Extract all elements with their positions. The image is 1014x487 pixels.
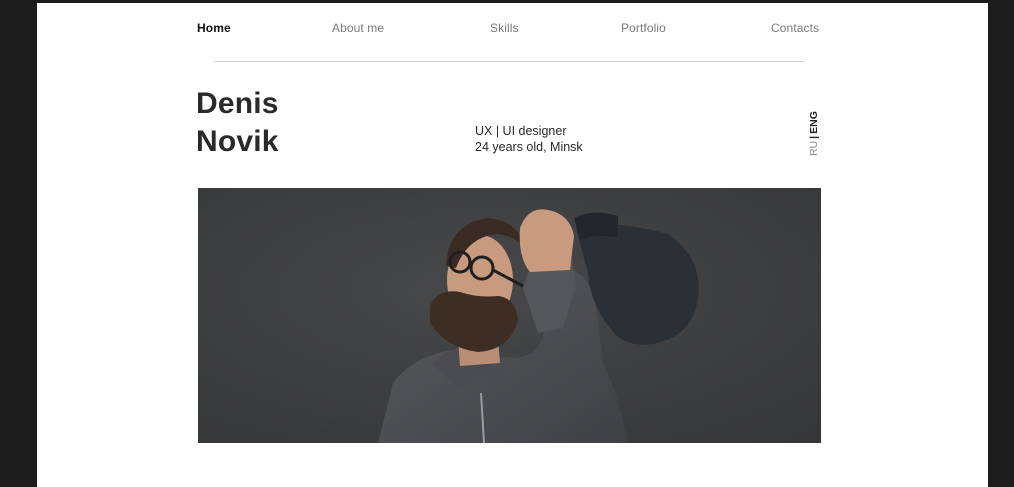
hero-first-name: Denis [196, 87, 279, 120]
hero-details: 24 years old, Minsk [475, 140, 583, 154]
nav-divider [214, 61, 804, 62]
language-switcher: RU |ENG [800, 108, 830, 158]
nav-item-contacts[interactable]: Contacts [771, 21, 819, 35]
cap-brim [574, 212, 618, 240]
hero-name: Denis Novik [196, 85, 279, 161]
portfolio-page: Home About me Skills Portfolio Contacts … [37, 3, 988, 487]
hero-role: UX | UI designer [475, 124, 567, 138]
nav-item-portfolio[interactable]: Portfolio [621, 21, 666, 35]
language-separator: | [808, 135, 820, 139]
nav-item-skills[interactable]: Skills [490, 21, 519, 35]
language-option-eng[interactable]: ENG [808, 111, 820, 134]
hero-last-name: Novik [196, 125, 279, 158]
portrait-illustration [198, 188, 821, 443]
nav-item-home[interactable]: Home [197, 21, 231, 35]
hero-subtitle: UX | UI designer 24 years old, Minsk [475, 123, 583, 155]
nav-item-about-me[interactable]: About me [332, 21, 384, 35]
screen-frame: Home About me Skills Portfolio Contacts … [0, 0, 1014, 487]
hero-photo [198, 188, 821, 443]
language-option-ru[interactable]: RU [808, 141, 820, 156]
